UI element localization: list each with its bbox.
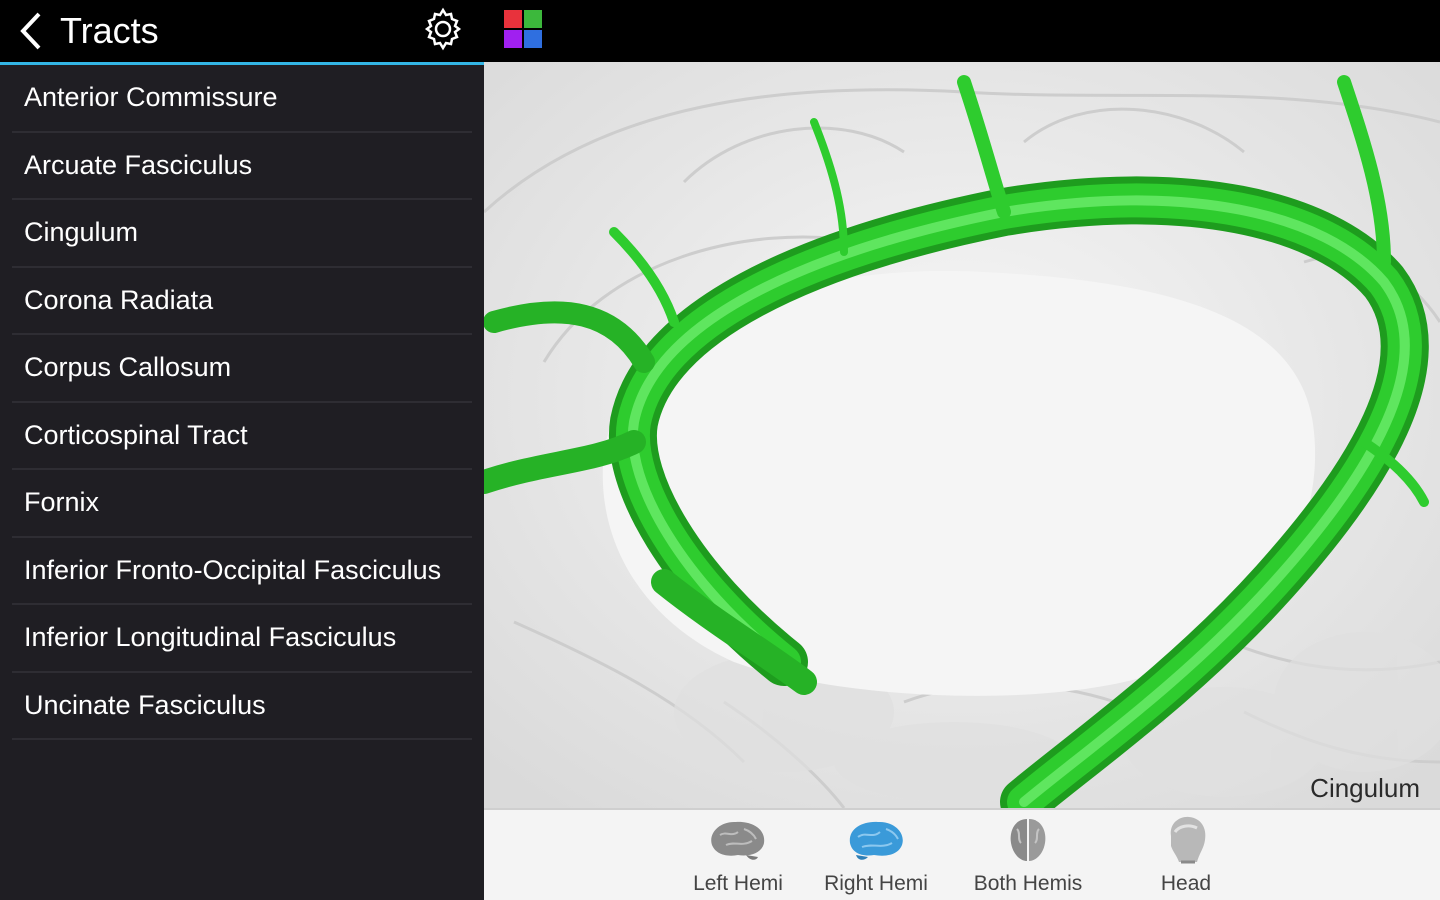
tract-list: Anterior Commissure Arcuate Fasciculus C… xyxy=(0,65,484,740)
settings-button[interactable] xyxy=(416,6,470,56)
both-hemis-label: Both Hemis xyxy=(973,872,1083,895)
tract-item-fornix[interactable]: Fornix xyxy=(12,470,472,538)
tract-item-label: Fornix xyxy=(24,487,100,518)
head-icon xyxy=(1151,814,1221,866)
gear-icon xyxy=(420,6,466,57)
action-bar: Tracts xyxy=(0,0,1440,62)
tract-item-label: Arcuate Fasciculus xyxy=(24,149,253,180)
tract-sidebar: Anterior Commissure Arcuate Fasciculus C… xyxy=(0,65,484,900)
tract-item-inferior-longitudinal-fasciculus[interactable]: Inferior Longitudinal Fasciculus xyxy=(12,605,472,673)
color-grid-icon xyxy=(502,8,544,55)
head-label: Head xyxy=(1160,872,1212,895)
tract-item-label: Inferior Longitudinal Fasciculus xyxy=(24,622,397,653)
tract-item-label: Corpus Callosum xyxy=(24,352,232,383)
page-title: Tracts xyxy=(60,10,159,51)
apps-grid-button[interactable] xyxy=(498,6,548,56)
right-hemisphere-brain-icon xyxy=(841,814,911,866)
tract-item-label: Corona Radiata xyxy=(24,284,214,315)
right-hemi-button[interactable]: Right Hemi xyxy=(806,814,946,900)
tract-item-uncinate-fasciculus[interactable]: Uncinate Fasciculus xyxy=(12,673,472,740)
chevron-left-icon xyxy=(14,6,48,56)
tract-item-label: Corticospinal Tract xyxy=(24,419,248,450)
left-hemi-button[interactable]: Left Hemi xyxy=(668,814,808,900)
tract-item-label: Inferior Fronto-Occipital Fasciculus xyxy=(24,554,442,585)
view-selector-bar: Left Hemi Right Hemi Both Hemis Head xyxy=(484,808,1440,900)
tract-item-label: Anterior Commissure xyxy=(24,82,278,113)
tract-item-arcuate-fasciculus[interactable]: Arcuate Fasciculus xyxy=(12,133,472,200)
brain-3d-viewer[interactable]: Cingulum xyxy=(484,62,1440,808)
tract-item-cingulum[interactable]: Cingulum xyxy=(12,200,472,268)
tract-item-corpus-callosum[interactable]: Corpus Callosum xyxy=(12,335,472,403)
tract-item-inferior-fronto-occipital-fasciculus[interactable]: Inferior Fronto-Occipital Fasciculus xyxy=(12,538,472,605)
back-button[interactable]: Tracts xyxy=(14,6,159,56)
tract-item-label: Uncinate Fasciculus xyxy=(24,689,266,720)
head-button[interactable]: Head xyxy=(1116,814,1256,900)
left-hemisphere-brain-icon xyxy=(703,814,773,866)
tract-item-corona-radiata[interactable]: Corona Radiata xyxy=(12,268,472,335)
current-tract-label: Cingulum xyxy=(1310,773,1420,803)
right-hemi-label: Right Hemi xyxy=(824,872,928,895)
both-hemispheres-brain-icon xyxy=(993,814,1063,866)
tract-item-corticospinal-tract[interactable]: Corticospinal Tract xyxy=(12,403,472,470)
brain-render xyxy=(484,62,1440,808)
left-hemi-label: Left Hemi xyxy=(693,872,783,895)
tract-item-label: Cingulum xyxy=(24,217,139,248)
tract-item-anterior-commissure[interactable]: Anterior Commissure xyxy=(12,65,472,133)
both-hemis-button[interactable]: Both Hemis xyxy=(958,814,1098,900)
